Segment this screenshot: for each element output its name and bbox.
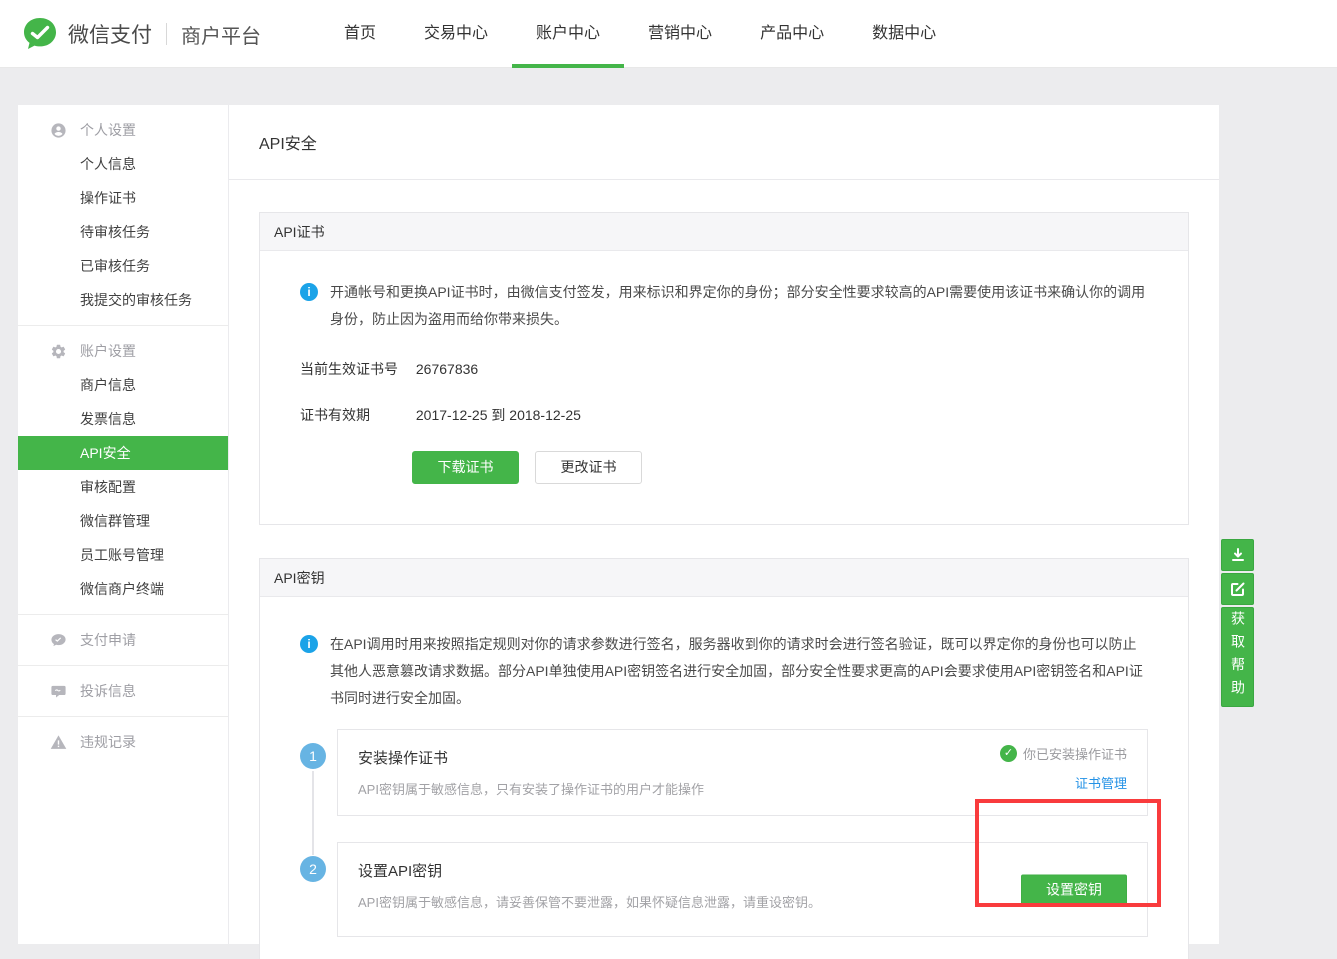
nav-item-transaction-center[interactable]: 交易中心	[400, 0, 512, 68]
sidebar-item-wechat-group-mgmt[interactable]: 微信群管理	[18, 504, 228, 538]
sidebar-group-label: 个人设置	[80, 120, 136, 140]
wechat-pay-logo-icon	[22, 16, 58, 52]
page-title: API安全	[229, 105, 1219, 180]
cert-number-label: 当前生效证书号	[300, 359, 412, 379]
sidebar-group-label: 违规记录	[80, 732, 136, 752]
step-connector-line	[312, 771, 314, 855]
gear-icon	[50, 343, 67, 360]
step-2-title: 设置API密钥	[358, 860, 1127, 881]
logo-text: 微信支付	[68, 19, 152, 49]
step-2-desc: API密钥属于敏感信息，请妥善保管不要泄露，如果怀疑信息泄露，请重设密钥。	[358, 892, 1127, 911]
cert-management-link[interactable]: 证书管理	[1000, 773, 1127, 792]
floating-help-bar: 获取帮助	[1221, 539, 1254, 709]
help-feedback-button[interactable]	[1221, 573, 1254, 605]
sidebar-item-wechat-merchant-terminal[interactable]: 微信商户终端	[18, 572, 228, 606]
sidebar-group-complaint-info[interactable]: 投诉信息	[18, 674, 228, 708]
api-cert-info-text: 开通帐号和更换API证书时，由微信支付签发，用来标识和界定你的身份；部分安全性要…	[330, 279, 1148, 333]
cert-validity-label: 证书有效期	[300, 405, 412, 425]
sidebar-group-label: 账户设置	[80, 341, 136, 361]
get-help-label: 获取帮助	[1221, 611, 1254, 703]
brand-logo[interactable]: 微信支付 商户平台	[22, 0, 261, 68]
sidebar-item-pending-review-tasks[interactable]: 待审核任务	[18, 215, 228, 249]
top-nav: 首页 交易中心 账户中心 营销中心 产品中心 数据中心	[320, 0, 960, 68]
nav-item-account-center[interactable]: 账户中心	[512, 0, 624, 68]
sidebar-item-api-security[interactable]: API安全	[18, 436, 228, 470]
warning-icon	[50, 734, 67, 751]
set-key-button[interactable]: 设置密钥	[1021, 874, 1127, 905]
nav-item-home[interactable]: 首页	[320, 0, 400, 68]
sidebar-item-my-submitted-review-tasks[interactable]: 我提交的审核任务	[18, 283, 228, 317]
sidebar-item-reviewed-tasks[interactable]: 已审核任务	[18, 249, 228, 283]
chat-icon	[50, 683, 67, 700]
sidebar: 个人设置 个人信息 操作证书 待审核任务 已审核任务 我提交的审核任务 账户设置…	[18, 105, 228, 944]
step-2-box: 设置API密钥 API密钥属于敏感信息，请妥善保管不要泄露，如果怀疑信息泄露，请…	[337, 842, 1148, 937]
cert-validity-value: 2017-12-25 到 2018-12-25	[416, 407, 581, 423]
sidebar-item-review-config[interactable]: 审核配置	[18, 470, 228, 504]
main-content: API安全 API证书 i 开通帐号和更换API证书时，由微信支付签发，用来标识…	[228, 105, 1219, 944]
logo-divider	[166, 23, 167, 45]
sidebar-item-staff-account-mgmt[interactable]: 员工账号管理	[18, 538, 228, 572]
sidebar-group-account-settings[interactable]: 账户设置	[18, 334, 228, 368]
edit-icon	[1230, 581, 1246, 597]
step-1-box: 安装操作证书 API密钥属于敏感信息，只有安装了操作证书的用户才能操作 ✓ 你已…	[337, 729, 1148, 816]
sidebar-group-label: 支付申请	[80, 630, 136, 650]
nav-item-data-center[interactable]: 数据中心	[848, 0, 960, 68]
change-cert-button[interactable]: 更改证书	[535, 451, 642, 484]
step-set-api-key: 2 设置API密钥 API密钥属于敏感信息，请妥善保管不要泄露，如果怀疑信息泄露…	[300, 842, 1148, 937]
download-icon	[1230, 547, 1246, 563]
info-icon: i	[300, 635, 318, 653]
platform-text: 商户平台	[181, 20, 261, 49]
api-key-card-title: API密钥	[260, 559, 1188, 597]
sidebar-item-invoice-info[interactable]: 发票信息	[18, 402, 228, 436]
check-icon: ✓	[1000, 745, 1017, 762]
help-download-button[interactable]	[1221, 539, 1254, 571]
sidebar-group-payment-application[interactable]: 支付申请	[18, 623, 228, 657]
cert-installed-status: 你已安装操作证书	[1023, 744, 1127, 763]
setup-steps: 1 安装操作证书 API密钥属于敏感信息，只有安装了操作证书的用户才能操作 ✓ …	[300, 729, 1148, 937]
sidebar-group-label: 投诉信息	[80, 681, 136, 701]
user-icon	[50, 122, 67, 139]
nav-item-marketing-center[interactable]: 营销中心	[624, 0, 736, 68]
sidebar-item-merchant-info[interactable]: 商户信息	[18, 368, 228, 402]
nav-item-product-center[interactable]: 产品中心	[736, 0, 848, 68]
api-key-info-text: 在API调用时用来按照指定规则对你的请求参数进行签名，服务器收到你的请求时会进行…	[330, 631, 1148, 712]
cert-number-value: 26767836	[416, 361, 478, 377]
step-1-badge: 1	[300, 743, 326, 769]
download-cert-button[interactable]: 下载证书	[412, 451, 519, 484]
api-cert-card-title: API证书	[260, 213, 1188, 251]
sidebar-item-operation-cert[interactable]: 操作证书	[18, 181, 228, 215]
sidebar-group-violation-records[interactable]: 违规记录	[18, 725, 228, 759]
info-icon: i	[300, 283, 318, 301]
get-help-button[interactable]: 获取帮助	[1221, 607, 1254, 707]
top-header: 微信支付 商户平台 首页 交易中心 账户中心 营销中心 产品中心 数据中心	[0, 0, 1337, 68]
sidebar-item-personal-info[interactable]: 个人信息	[18, 147, 228, 181]
api-key-card: API密钥 i 在API调用时用来按照指定规则对你的请求参数进行签名，服务器收到…	[259, 558, 1189, 959]
step-install-cert: 1 安装操作证书 API密钥属于敏感信息，只有安装了操作证书的用户才能操作 ✓ …	[300, 729, 1148, 816]
step-2-badge: 2	[300, 856, 326, 882]
chat-check-icon	[50, 632, 67, 649]
api-cert-card: API证书 i 开通帐号和更换API证书时，由微信支付签发，用来标识和界定你的身…	[259, 212, 1189, 525]
sidebar-group-personal-settings[interactable]: 个人设置	[18, 113, 228, 147]
